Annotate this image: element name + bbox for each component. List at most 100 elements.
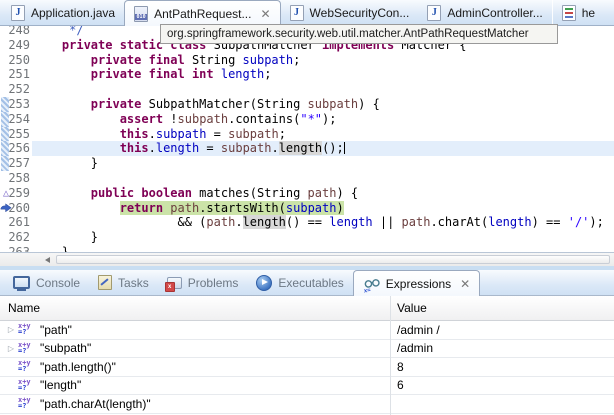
code-line-253[interactable]: private SubpathMatcher(String subpath) { bbox=[32, 97, 614, 112]
expression-row[interactable]: ▷x+y=? "path" /admin / bbox=[0, 321, 614, 340]
expression-name: "path" bbox=[40, 323, 72, 337]
line-number[interactable]: 262 bbox=[0, 230, 32, 245]
line-number[interactable]: 261 bbox=[0, 215, 32, 230]
scroll-left-arrow-icon[interactable] bbox=[45, 257, 50, 263]
tab-admincontroller[interactable]: JAdminController... bbox=[418, 0, 551, 25]
code-line-257[interactable]: } bbox=[32, 156, 614, 171]
expression-row[interactable]: x+y=? "length" 6 bbox=[0, 377, 614, 396]
line-number[interactable]: 258 bbox=[0, 171, 32, 186]
java-file-icon: J bbox=[290, 5, 304, 21]
tab-label: he bbox=[582, 6, 595, 20]
expand-arrow-icon[interactable]: ▷ bbox=[4, 325, 18, 334]
problems-icon: x bbox=[167, 277, 182, 289]
close-tab-icon[interactable]: ✕ bbox=[260, 8, 270, 20]
tab-label: Executables bbox=[278, 276, 343, 290]
line-number[interactable]: 255 bbox=[0, 127, 32, 142]
code-line-261[interactable]: && (path.length() == length || path.char… bbox=[32, 215, 614, 230]
text-file-icon bbox=[562, 5, 576, 21]
tooltip: org.springframework.security.web.util.ma… bbox=[160, 24, 558, 44]
expression-name: "path.length()" bbox=[40, 360, 116, 374]
watch-expression-icon: x+y=? bbox=[18, 397, 36, 410]
editor-horizontal-scrollbar[interactable] bbox=[0, 252, 614, 266]
code-line-259[interactable]: public boolean matches(String path) { bbox=[32, 186, 614, 201]
tab-executables[interactable]: Executables bbox=[247, 270, 352, 295]
table-header: Name Value bbox=[0, 296, 614, 321]
expression-row[interactable]: x+y=? "path.charAt(length)" bbox=[0, 395, 614, 414]
override-marker-icon: △ bbox=[0, 187, 12, 199]
expression-name: "length" bbox=[40, 378, 81, 392]
tab-antpathrequest[interactable]: 010 AntPathRequest... ✕ bbox=[124, 0, 280, 26]
column-divider[interactable] bbox=[390, 296, 391, 415]
tab-websecuritycon[interactable]: J WebSecurityCon... bbox=[281, 0, 419, 25]
debug-instruction-pointer-icon bbox=[0, 202, 12, 214]
expression-value: 8 bbox=[397, 360, 404, 374]
tab-label: AntPathRequest... bbox=[154, 7, 251, 21]
expression-name: "path.charAt(length)" bbox=[40, 397, 151, 411]
scrollbar-thumb[interactable] bbox=[56, 255, 610, 264]
code-line-250[interactable]: private final String subpath; bbox=[32, 53, 614, 68]
expressions-glasses-icon: x= bbox=[363, 276, 380, 292]
expressions-view: Console Tasksx Problems Executables x= Expres… bbox=[0, 270, 614, 415]
code-text-area[interactable]: */ private static class SubpathMatcher i… bbox=[32, 26, 614, 252]
tab-label: Problems bbox=[188, 276, 239, 290]
code-line-263[interactable]: } bbox=[32, 245, 614, 252]
expressions-table: ▷x+y=?"path"/admin /▷x+y=?"subpath"/admi… bbox=[0, 321, 614, 414]
editor-tab-bar: JApplication.java010AntPathRequest...✕JW… bbox=[0, 0, 614, 26]
tab-tasks[interactable]: Tasks bbox=[89, 270, 158, 295]
line-number[interactable]: 263 bbox=[0, 245, 32, 252]
code-line-258[interactable] bbox=[32, 171, 614, 186]
code-line-256[interactable]: this.length = subpath.length(); bbox=[32, 141, 614, 156]
watch-expression-icon: x+y=? bbox=[18, 323, 36, 336]
line-number[interactable]: 252 bbox=[0, 82, 32, 97]
console-icon bbox=[13, 276, 30, 289]
close-tab-icon[interactable]: ✕ bbox=[460, 278, 470, 290]
expression-value: /admin / bbox=[397, 323, 440, 337]
line-number[interactable]: 257 bbox=[0, 156, 32, 171]
code-line-260[interactable]: return path.startsWith(subpath) bbox=[32, 201, 614, 216]
code-line-255[interactable]: this.subpath = subpath; bbox=[32, 127, 614, 142]
expand-arrow-icon[interactable]: ▷ bbox=[4, 344, 18, 353]
expression-row[interactable]: ▷x+y=? "subpath" /admin bbox=[0, 340, 614, 359]
watch-expression-icon: x+y=? bbox=[18, 342, 36, 355]
expression-row[interactable]: x+y=? "path.length()" 8 bbox=[0, 358, 614, 377]
code-editor[interactable]: 248249250251252253254255256257258△259260… bbox=[0, 26, 614, 252]
line-number[interactable]: 253 bbox=[0, 97, 32, 112]
code-line-254[interactable]: assert !subpath.contains("*"); bbox=[32, 112, 614, 127]
line-number[interactable]: 250 bbox=[0, 53, 32, 68]
expression-name: "subpath" bbox=[40, 341, 91, 355]
code-line-251[interactable]: private final int length; bbox=[32, 67, 614, 82]
line-number[interactable]: △259 bbox=[0, 186, 32, 201]
tab-console[interactable]: Console bbox=[4, 270, 89, 295]
tab-label: Application.java bbox=[31, 6, 115, 20]
java-file-icon: J bbox=[11, 5, 25, 21]
eclipse-window: JApplication.java010AntPathRequest...✕JW… bbox=[0, 0, 614, 415]
tab-label: WebSecurityCon... bbox=[310, 6, 410, 20]
tab-expressions[interactable]: x= Expressions ✕ bbox=[353, 270, 480, 296]
line-number[interactable]: 248 bbox=[0, 26, 32, 38]
tab-label: Console bbox=[36, 276, 80, 290]
tab-label: Expressions bbox=[386, 277, 451, 291]
panel-tab-bar: Console Tasksx Problems Executables x= Expres… bbox=[0, 270, 614, 296]
tab-application-java[interactable]: J Application.java bbox=[2, 0, 124, 25]
watch-expression-icon: x+y=? bbox=[18, 379, 36, 392]
code-line-252[interactable] bbox=[32, 82, 614, 97]
svg-text:x=: x= bbox=[363, 287, 371, 292]
tasks-icon bbox=[98, 275, 112, 290]
text-caret bbox=[344, 142, 345, 154]
expression-value: 6 bbox=[397, 378, 404, 392]
column-header-name[interactable]: Name bbox=[8, 301, 40, 315]
code-line-262[interactable]: } bbox=[32, 230, 614, 245]
watch-expression-icon: x+y=? bbox=[18, 360, 36, 373]
expression-value: /admin bbox=[397, 341, 433, 355]
class-file-icon: 010 bbox=[134, 6, 148, 22]
line-number[interactable]: 256 bbox=[0, 141, 32, 156]
line-number[interactable]: 254 bbox=[0, 112, 32, 127]
column-header-value[interactable]: Value bbox=[397, 301, 427, 315]
tab-problems[interactable]: x Problems bbox=[158, 270, 248, 295]
line-number[interactable]: 260 bbox=[0, 201, 32, 216]
editor-gutter[interactable]: 248249250251252253254255256257258△259260… bbox=[0, 26, 32, 252]
line-number[interactable]: 249 bbox=[0, 38, 32, 53]
executables-icon bbox=[256, 275, 272, 291]
line-number[interactable]: 251 bbox=[0, 67, 32, 82]
tab-he[interactable]: he bbox=[552, 0, 604, 25]
